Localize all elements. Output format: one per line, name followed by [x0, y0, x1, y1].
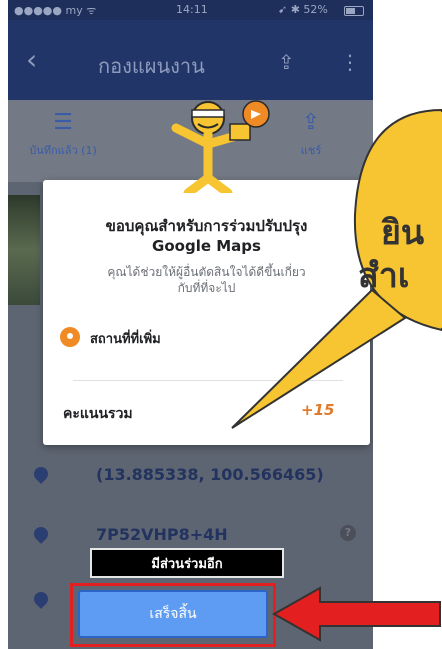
location-pin-icon: [31, 589, 51, 609]
arrow-left-icon: [272, 586, 441, 642]
thank-you-dialog: ขอบคุณสำหรับการร่วมปรับปรุง Google Maps …: [43, 180, 370, 445]
share-icon[interactable]: ⇪: [278, 50, 295, 74]
place-added-icon: [60, 327, 80, 347]
status-time: 14:11: [176, 3, 208, 16]
dialog-subtitle-line2: กับที่ที่จะไป: [177, 281, 236, 295]
help-icon[interactable]: ?: [340, 525, 356, 541]
dialog-title-line1: ขอบคุณสำหรับการร่วมปรับปรุง: [105, 217, 308, 235]
callout-text-line2: สำเ: [358, 256, 410, 296]
phone-screen: ●●●●● my ᯤ 14:11 ➹ ✱ 52% ‹ กองแผนงาน ⇪ ⋮…: [8, 0, 373, 649]
status-bar: ●●●●● my ᯤ 14:11 ➹ ✱ 52%: [8, 0, 373, 20]
place-photo: [8, 195, 40, 305]
share-button[interactable]: ⇪ แชร์: [276, 110, 346, 159]
battery-icon: [344, 6, 364, 16]
dialog-subtitle-line1: คุณได้ช่วยให้ผู้อื่นตัดสินใจได้ดีขึ้นเกี…: [107, 265, 306, 279]
page-title: กองแผนงาน: [98, 54, 205, 78]
location-pin-icon: [31, 464, 51, 484]
coordinates-text: (13.885338, 100.566465): [96, 465, 324, 484]
app-bar: ‹ กองแผนงาน ⇪ ⋮: [8, 20, 373, 100]
total-points: +15: [301, 401, 335, 419]
divider: [73, 380, 343, 381]
share-icon: ⇪: [301, 110, 321, 135]
dialog-title: ขอบคุณสำหรับการร่วมปรับปรุง Google Maps: [63, 216, 350, 256]
location-pin-icon: [31, 524, 51, 544]
contribute-more-button[interactable]: มีส่วนร่วมอีก: [90, 548, 284, 578]
dialog-subtitle: คุณได้ช่วยให้ผู้อื่นตัดสินใจได้ดีขึ้นเกี…: [63, 264, 350, 296]
status-indicators: ➹ ✱ 52%: [278, 3, 328, 16]
saved-button[interactable]: ☰ บันทึกแล้ว (1): [28, 110, 98, 159]
plus-code-text: 7P52VHP8+4H: [96, 525, 228, 544]
total-label: คะแนนรวม: [63, 406, 133, 422]
done-button[interactable]: เสร็จสิ้น: [78, 590, 268, 638]
contribution-label: สถานที่ที่เพิ่ม: [90, 332, 161, 347]
share-label: แชร์: [300, 144, 322, 157]
saved-list-icon: ☰: [53, 110, 73, 135]
saved-label: บันทึกแล้ว (1): [29, 144, 97, 157]
dialog-title-line2: Google Maps: [152, 237, 261, 255]
mascot-icon: [171, 100, 270, 193]
chevron-left-icon[interactable]: ‹: [26, 46, 37, 74]
carrier-signal: ●●●●● my ᯤ: [14, 4, 97, 17]
more-vertical-icon[interactable]: ⋮: [340, 50, 360, 74]
list-item[interactable]: (13.885338, 100.566465): [8, 455, 373, 515]
